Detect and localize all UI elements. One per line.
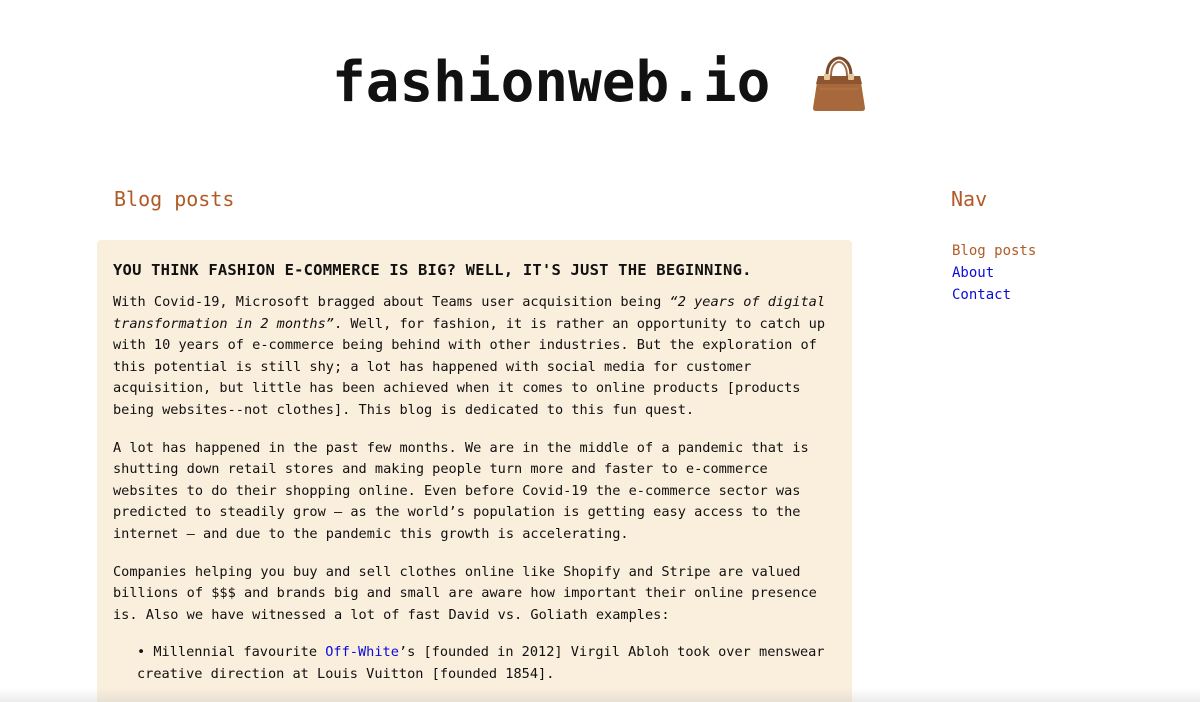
off-white-link[interactable]: Off-White	[325, 644, 399, 660]
post-title[interactable]: YOU THINK FASHION E-COMMERCE IS BIG? WEL…	[113, 260, 836, 280]
nav-heading: Nav	[951, 187, 988, 211]
handbag-icon	[810, 54, 868, 112]
post-bullet-item: • Millennial favourite Off-White’s [foun…	[137, 642, 836, 685]
nav-item-about: About	[952, 262, 1036, 284]
nav-item-contact: Contact	[952, 284, 1036, 306]
blog-post-card: YOU THINK FASHION E-COMMERCE IS BIG? WEL…	[97, 240, 852, 702]
post-paragraph-1-text-a: With Covid-19, Microsoft bragged about T…	[113, 294, 670, 310]
post-paragraph-3: Companies helping you buy and sell cloth…	[113, 563, 817, 623]
post-paragraph-1: With Covid-19, Microsoft bragged about T…	[113, 292, 836, 422]
page: fashionweb.io Blog posts Nav Blog posts …	[0, 0, 1200, 702]
nav-list: Blog posts About Contact	[952, 240, 1036, 306]
post-bullet-list: • Millennial favourite Off-White’s [foun…	[113, 642, 836, 685]
bottom-scroll-shadow	[0, 688, 1200, 702]
site-title[interactable]: fashionweb.io	[332, 50, 770, 116]
site-header: fashionweb.io	[0, 50, 1200, 120]
nav-item-blog-posts: Blog posts	[952, 240, 1036, 262]
post-bullet-1-text-a: • Millennial favourite	[137, 644, 326, 661]
post-paragraph-2: A lot has happened in the past few month…	[113, 439, 809, 542]
nav-link-about[interactable]: About	[952, 265, 994, 281]
blog-posts-heading: Blog posts	[114, 187, 235, 211]
nav-link-blog-posts[interactable]: Blog posts	[952, 243, 1036, 259]
nav-link-contact[interactable]: Contact	[952, 287, 1011, 303]
